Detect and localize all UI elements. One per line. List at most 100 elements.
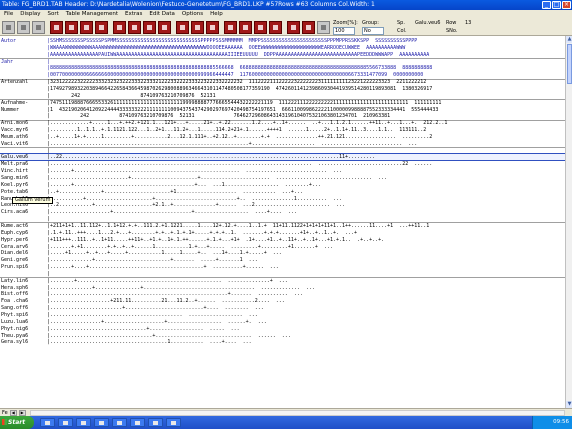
row-cells[interactable]: | <box>47 271 565 277</box>
table-row[interactable]: Laty.lin6 |........+.....................… <box>0 278 565 284</box>
toolbar-group-icon[interactable] <box>95 21 108 34</box>
row-cells[interactable]: |888888888888888888888888888888888888888… <box>47 65 565 71</box>
toolbar-header-icon[interactable] <box>287 21 300 34</box>
table-row[interactable]: Galu.veu6 |..22..........................… <box>0 153 565 162</box>
table-row[interactable]: Autor |SSHMSSSSSSSPSSSSSPSPMMSSSSSSSSSSSS… <box>0 38 565 44</box>
row-cells[interactable]: |1 4321902064120922444433333322211111111… <box>47 107 565 113</box>
table-row[interactable]: Foa .cha6 |....................+211.11...… <box>0 298 565 304</box>
table-row[interactable]: Meum.ath6 |..+.....1+.+.....1.........+..… <box>0 134 565 140</box>
menu-item-options[interactable]: Options <box>182 10 203 19</box>
table-row[interactable]: | <box>0 148 565 154</box>
row-cells[interactable]: |..................................+....… <box>47 333 565 339</box>
row-cells[interactable]: |SSHMSSSSSSSPSSSSSPSPMMSSSSSSSSSSSSSSSSS… <box>47 38 565 44</box>
table-row[interactable]: Aufnahme- |747511198887666553326111111111… <box>0 100 565 106</box>
table-row[interactable]: | <box>0 216 565 222</box>
table-row[interactable]: |888888888888888888888888888888888888888… <box>0 65 565 71</box>
table-row[interactable]: Phyt.nig6 |..............................… <box>0 326 565 332</box>
taskbar-app-6-icon[interactable] <box>130 418 145 427</box>
row-cells[interactable]: |..........................+............… <box>47 175 565 181</box>
row-cells[interactable]: |..............+........................… <box>47 257 565 263</box>
menu-item-edit-data[interactable]: Edit Data <box>149 10 175 19</box>
table-row[interactable]: Euph.cyp6 |.1.+.11..+++....1...2.+...+...… <box>0 230 565 236</box>
minimize-button[interactable]: _ <box>542 1 551 9</box>
table-row[interactable]: Sang.min6 |..........................+...… <box>0 175 565 181</box>
toolbar-info-icon[interactable] <box>302 21 315 34</box>
menu-item-table-management[interactable]: Table Management <box>66 10 118 19</box>
row-cells[interactable]: |.......+....+..........................… <box>47 264 565 270</box>
row-cells[interactable]: |AAAAAAAAAAAAAAAAPAUIWWAAAAAAAAAAAAAAAAA… <box>47 52 565 58</box>
menu-item-help[interactable]: Help <box>210 10 223 19</box>
row-cells[interactable]: |.........1..1.1..+.1.1121.122...1..2+1.… <box>47 127 565 133</box>
table-row[interactable]: Hera.sph6 |..............+...............… <box>0 285 565 291</box>
toolbar-search-icon[interactable] <box>239 21 252 34</box>
toolbar-save-icon[interactable] <box>17 21 30 34</box>
table-row[interactable]: Arni.mon6 |.............+.....1...+.++2.+… <box>0 120 565 126</box>
row-cells[interactable]: |....................+211.11..........21… <box>47 298 565 304</box>
scroll-thumb[interactable] <box>567 44 572 84</box>
maximize-button[interactable]: □ <box>552 1 561 9</box>
table-row[interactable]: Phyt.spi6 |..............................… <box>0 312 565 318</box>
row-cells[interactable]: |..+..............+.....................… <box>47 189 565 195</box>
menu-item-extras[interactable]: Extras <box>125 10 142 19</box>
table-row[interactable]: Melt.pra6 |..............................… <box>0 161 565 167</box>
toolbar-sort-icon[interactable] <box>50 21 63 34</box>
toolbar-filter-icon[interactable] <box>224 21 237 34</box>
toolbar-move-left-icon[interactable] <box>143 21 156 34</box>
table-row[interactable]: Prun.spi6 |.......+....+.................… <box>0 264 565 270</box>
table-row[interactable]: Koel.pyr6 |.......+......................… <box>0 182 565 188</box>
row-cells[interactable]: |..22...................................… <box>47 154 565 160</box>
table-row[interactable]: Theu.pya6 |..............................… <box>0 333 565 339</box>
row-cells[interactable]: |........+..............................… <box>47 278 565 284</box>
table-row[interactable]: Vacc.myr6 |.........1..1.1..+.1.1121.122.… <box>0 127 565 133</box>
row-cells[interactable]: |.......................................… <box>47 161 565 167</box>
toolbar-move-right-icon[interactable] <box>158 21 171 34</box>
table-row[interactable]: Vaci.vit6 |..............................… <box>0 141 565 147</box>
taskbar-app-2-icon[interactable] <box>58 418 73 427</box>
taskbar-app-3-icon[interactable] <box>76 418 91 427</box>
taskbar-app-4-icon[interactable] <box>94 418 109 427</box>
toolbar-move-down-icon[interactable] <box>128 21 141 34</box>
table-row[interactable]: |WWAAAWWWWWWWWWAAAWWWWWWWWWWWWWWWWWWWWWW… <box>0 45 565 51</box>
table-row[interactable]: Cirs.aca6 |....................+.........… <box>0 209 565 215</box>
table-row[interactable]: Hypr.per6 |+111+++..111..+..1+11.....++11… <box>0 237 565 243</box>
taskbar-app-8-icon[interactable] <box>166 418 181 427</box>
toolbar-sort-cols-icon[interactable] <box>80 21 93 34</box>
taskbar-app-1-icon[interactable] <box>40 418 55 427</box>
row-cells[interactable]: | 242 874109763210709876 52131 764627296… <box>47 113 565 119</box>
start-button[interactable]: Start <box>0 416 34 429</box>
table-row[interactable]: Ranu.bul6|...........+..................… <box>0 196 565 202</box>
row-cells[interactable]: |.......................................… <box>47 312 565 318</box>
table-row[interactable]: Dian.del6 |.....+1.....+..+...+.....+....… <box>0 250 565 256</box>
menu-item-sort[interactable]: Sort <box>48 10 59 19</box>
row-cells[interactable]: |................................+......… <box>47 326 565 332</box>
table-row[interactable]: Geni.gre6 |..............+...............… <box>0 257 565 263</box>
sheet-tab-current[interactable]: Fe <box>2 410 8 416</box>
toolbar-unmark-icon[interactable] <box>269 21 282 34</box>
row-cells[interactable]: | <box>47 59 565 65</box>
row-cells[interactable]: |WWAAAWWWWWWWWWAAAWWWWWWWWWWWWWWWWWWWWWW… <box>47 45 565 51</box>
table-row[interactable]: Cera.arv6 |.......+.+1........+.+..+..+..… <box>0 244 565 250</box>
row-cells[interactable]: |..2...........+...................+2.1.… <box>47 202 565 208</box>
table-row[interactable]: | 242 874109763210709876 52131 <box>0 93 565 99</box>
table-row[interactable]: Jahr | <box>0 59 565 65</box>
table-view[interactable]: Autor |SSHMSSSSSSSPSSSSSPSPMMSSSSSSSSSSSS… <box>0 36 572 408</box>
table-row[interactable]: Luzu.lua6 |.................+............… <box>0 319 565 325</box>
row-cells[interactable]: | 242 874109763210709876 52131 <box>47 93 565 99</box>
toolbar-delete-icon[interactable] <box>191 21 204 34</box>
table-row[interactable]: Rume.act6 |+211+1+1..11.112+..1.1+12.+.+.… <box>0 223 565 229</box>
table-row[interactable]: Sang.off6 |........................+.....… <box>0 305 565 311</box>
table-row[interactable]: Pote.tab6 |..+..............+............… <box>0 189 565 195</box>
table-row[interactable]: Vinc.hirt |.......+......................… <box>0 168 565 174</box>
toolbar-copy-icon[interactable] <box>206 21 219 34</box>
toolbar-insert-icon[interactable] <box>176 21 189 34</box>
tab-prev-icon[interactable]: ◀ <box>9 409 17 416</box>
zoom-select[interactable]: 100 <box>333 27 355 35</box>
table-row[interactable]: Leon.his6 |..2...........+...............… <box>0 202 565 208</box>
taskbar-app-5-icon[interactable] <box>112 418 127 427</box>
table-row[interactable]: Bist.off6 |..............................… <box>0 291 565 297</box>
row-cells[interactable]: |.............+.....1...+.++2.+121.1...1… <box>47 120 565 126</box>
row-cells[interactable]: |.1.+.11..+++....1...2.+...+........+.+.… <box>47 230 565 236</box>
group-select[interactable]: No <box>362 27 384 35</box>
row-cells[interactable]: |+111+++..111..+..1+11.....++11+..+1.+..… <box>47 237 565 243</box>
table-row[interactable]: |174927989322038946642265843664598702629… <box>0 86 565 92</box>
